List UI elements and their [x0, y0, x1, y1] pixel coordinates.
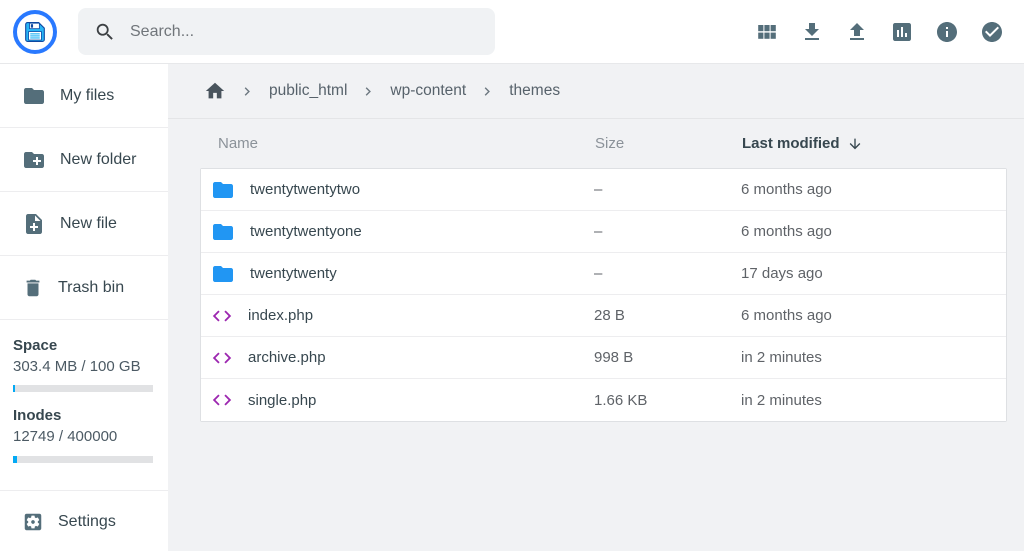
sidebar-item-new-file[interactable]: New file [0, 192, 168, 256]
download-icon [800, 20, 824, 44]
sidebar-item-trash-bin[interactable]: Trash bin [0, 256, 168, 320]
check-circle-icon [980, 20, 1004, 44]
item-modified: 6 months ago [741, 223, 1006, 240]
item-modified: in 2 minutes [741, 349, 1006, 366]
grid-view-icon [755, 20, 779, 44]
item-size: – [594, 181, 741, 198]
usage-panel: Space 303.4 MB / 100 GB Inodes 12749 / 4… [0, 320, 168, 490]
item-name: twentytwentyone [250, 223, 362, 240]
item-modified: 6 months ago [741, 181, 1006, 198]
chevron-right-icon [360, 83, 377, 100]
table-row-file[interactable]: archive.php 998 Bin 2 minutes [201, 337, 1006, 379]
item-size: 28 B [594, 307, 741, 324]
folder-icon [211, 178, 235, 202]
space-progress-bar [13, 385, 153, 392]
column-header-name[interactable]: Name [200, 135, 595, 152]
space-usage: Space 303.4 MB / 100 GB [13, 337, 152, 392]
folder-icon [22, 84, 46, 108]
listing-header: Name Size Last modified [200, 119, 1007, 168]
new-folder-icon [22, 148, 46, 172]
item-name: archive.php [248, 349, 326, 366]
item-modified: in 2 minutes [741, 392, 1006, 409]
table-row-file[interactable]: single.php 1.66 KBin 2 minutes [201, 379, 1006, 421]
floppy-disk-icon [22, 19, 48, 45]
folder-icon [211, 220, 235, 244]
item-size: 1.66 KB [594, 392, 741, 409]
inodes-usage: Inodes 12749 / 400000 [13, 407, 152, 462]
upload-icon [845, 20, 869, 44]
trash-icon [22, 277, 44, 299]
home-icon[interactable] [204, 80, 226, 102]
item-size: – [594, 265, 741, 282]
topbar: Search... [0, 0, 1024, 64]
breadcrumb-item[interactable]: public_html [269, 82, 347, 100]
space-progress-fill [13, 385, 15, 392]
sidebar-item-label: New file [60, 215, 117, 233]
info-icon [935, 20, 959, 44]
item-name: twentytwentytwo [250, 181, 360, 198]
item-size: 998 B [594, 349, 741, 366]
table-row-folder[interactable]: twentytwentytwo –6 months ago [201, 169, 1006, 211]
breadcrumb: public_html wp-content themes [168, 64, 1024, 119]
topbar-actions [755, 20, 1004, 44]
usage-button[interactable] [890, 20, 914, 44]
folder-icon [211, 262, 235, 286]
table-row-file[interactable]: index.php 28 B6 months ago [201, 295, 1006, 337]
new-file-icon [22, 212, 46, 236]
column-header-size[interactable]: Size [595, 135, 742, 152]
search-bar[interactable]: Search... [78, 8, 495, 55]
space-label: Space [13, 337, 152, 354]
sidebar-item-settings[interactable]: Settings [0, 490, 168, 551]
item-modified: 17 days ago [741, 265, 1006, 282]
table-row-folder[interactable]: twentytwenty –17 days ago [201, 253, 1006, 295]
download-button[interactable] [800, 20, 824, 44]
item-name: twentytwenty [250, 265, 337, 282]
inodes-label: Inodes [13, 407, 152, 424]
sidebar-item-label: Trash bin [58, 279, 124, 297]
inodes-progress-bar [13, 456, 153, 463]
code-icon [211, 347, 233, 369]
chevron-right-icon [239, 83, 256, 100]
item-name-cell: single.php [201, 389, 594, 411]
breadcrumb-item[interactable]: themes [509, 82, 560, 100]
column-header-modified-label: Last modified [742, 135, 840, 152]
inodes-value: 12749 / 400000 [13, 427, 155, 447]
item-name-cell: index.php [201, 305, 594, 327]
inodes-progress-fill [13, 456, 17, 463]
sidebar: My files New folder New file Trash bin Spac… [0, 64, 168, 551]
select-multiple-button[interactable] [980, 20, 1004, 44]
code-icon [211, 389, 233, 411]
item-name-cell: archive.php [201, 347, 594, 369]
sidebar-item-label: My files [60, 87, 114, 105]
app-logo[interactable] [13, 10, 57, 54]
table-row-folder[interactable]: twentytwentyone –6 months ago [201, 211, 1006, 253]
chevron-right-icon [479, 83, 496, 100]
sidebar-item-new-folder[interactable]: New folder [0, 128, 168, 192]
settings-icon [22, 511, 44, 533]
info-button[interactable] [935, 20, 959, 44]
search-placeholder: Search... [130, 23, 194, 41]
main-content: public_html wp-content themes Name Size La… [168, 64, 1024, 551]
sidebar-item-label: Settings [58, 513, 116, 531]
sidebar-item-my-files[interactable]: My files [0, 64, 168, 128]
item-name: single.php [248, 392, 316, 409]
switch-view-button[interactable] [755, 20, 779, 44]
item-name: index.php [248, 307, 313, 324]
upload-button[interactable] [845, 20, 869, 44]
item-modified: 6 months ago [741, 307, 1006, 324]
file-listing: twentytwentytwo–6 months agotwentytwenty… [200, 168, 1007, 422]
bar-chart-icon [890, 20, 914, 44]
sidebar-item-label: New folder [60, 151, 136, 169]
code-icon [211, 305, 233, 327]
item-name-cell: twentytwentytwo [201, 178, 594, 202]
item-name-cell: twentytwentyone [201, 220, 594, 244]
space-value: 303.4 MB / 100 GB [13, 357, 155, 377]
arrow-down-icon [847, 136, 863, 152]
item-size: – [594, 223, 741, 240]
breadcrumb-item[interactable]: wp-content [390, 82, 466, 100]
item-name-cell: twentytwenty [201, 262, 594, 286]
column-header-modified[interactable]: Last modified [742, 135, 1007, 152]
search-icon [94, 21, 116, 43]
